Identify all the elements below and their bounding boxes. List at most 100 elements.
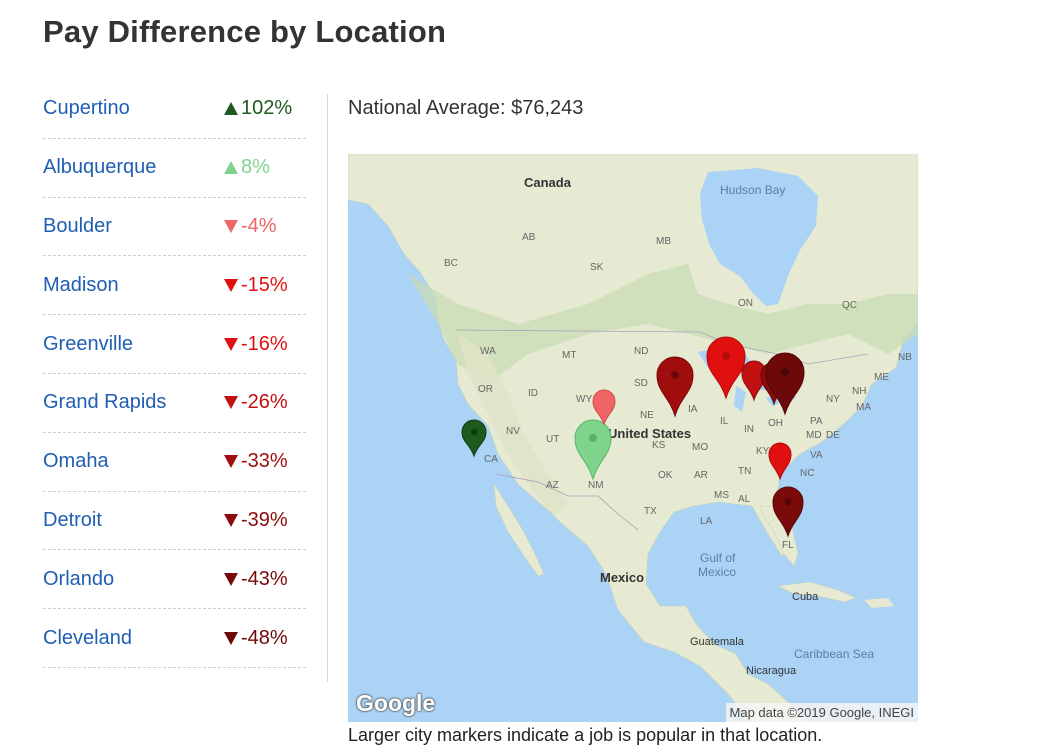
label-ia: IA (688, 404, 698, 415)
label-ok: OK (658, 470, 673, 481)
list-item: Greenville -16% (43, 315, 306, 374)
pay-change: -48% (224, 627, 306, 650)
pay-change: 8% (224, 156, 306, 179)
label-tx: TX (644, 506, 657, 517)
pay-change: -4% (224, 215, 306, 238)
pay-change: -39% (224, 509, 306, 532)
label-pa: PA (810, 416, 823, 427)
label-ar: AR (694, 470, 708, 481)
label-ky: KY (756, 446, 770, 457)
label-oh: OH (768, 418, 783, 429)
pay-change: -43% (224, 568, 306, 591)
label-nv: NV (506, 426, 520, 437)
label-hudson-bay: Hudson Bay (720, 183, 785, 197)
arrow-up-icon (224, 161, 238, 175)
label-mb: MB (656, 236, 671, 247)
pay-change: -16% (224, 333, 306, 356)
location-link-cupertino[interactable]: Cupertino (43, 97, 130, 120)
label-nc: NC (800, 468, 814, 479)
label-de: DE (826, 430, 840, 441)
list-item: Orlando -43% (43, 550, 306, 610)
arrow-down-icon (224, 396, 238, 410)
label-in: IN (744, 424, 754, 435)
arrow-down-icon (224, 278, 238, 292)
list-item: Detroit -39% (43, 492, 306, 551)
label-wy: WY (576, 394, 592, 405)
location-list: Cupertino 102% Albuquerque 8% Boulder -4… (43, 80, 306, 668)
label-ms: MS (714, 490, 729, 501)
pay-change: -15% (224, 274, 306, 297)
label-nd: ND (634, 346, 648, 357)
location-link-orlando[interactable]: Orlando (43, 568, 114, 591)
label-ks: KS (652, 440, 666, 451)
label-ny: NY (826, 394, 840, 405)
label-bc: BC (444, 258, 458, 269)
list-item: Albuquerque 8% (43, 139, 306, 198)
label-ne: NE (640, 410, 654, 421)
label-canada: Canada (524, 175, 572, 190)
label-nh: NH (852, 386, 866, 397)
label-nicaragua: Nicaragua (746, 665, 797, 677)
label-caribbean-sea: Caribbean Sea (794, 647, 874, 661)
location-link-boulder[interactable]: Boulder (43, 215, 112, 238)
location-link-grand-rapids[interactable]: Grand Rapids (43, 391, 166, 414)
location-link-omaha[interactable]: Omaha (43, 450, 109, 473)
label-nb: NB (898, 352, 912, 363)
list-item: Omaha -33% (43, 433, 306, 492)
label-qc: QC (842, 300, 857, 311)
pay-change: 102% (224, 97, 306, 120)
label-cuba: Cuba (792, 591, 819, 603)
map-attribution[interactable]: Map data ©2019 Google, INEGI (725, 703, 918, 722)
label-sd: SD (634, 378, 648, 389)
label-united-states: United States (608, 426, 691, 441)
label-wa: WA (480, 346, 496, 357)
list-item: Madison -15% (43, 256, 306, 316)
label-mexico: Mexico (600, 570, 644, 585)
label-az: AZ (546, 480, 559, 491)
list-item: Boulder -4% (43, 198, 306, 257)
column-divider (327, 94, 328, 682)
arrow-down-icon (224, 219, 238, 233)
label-la: LA (700, 516, 713, 527)
location-link-albuquerque[interactable]: Albuquerque (43, 156, 156, 179)
label-al: AL (738, 494, 751, 505)
label-me: ME (874, 372, 889, 383)
label-fl: FL (782, 540, 794, 551)
arrow-down-icon (224, 337, 238, 351)
label-sk: SK (590, 262, 604, 273)
label-ut: UT (546, 434, 559, 445)
label-tn: TN (738, 466, 751, 477)
label-gulf-mexico: Mexico (698, 565, 736, 579)
label-mt: MT (562, 350, 576, 361)
map-caption: Larger city markers indicate a job is po… (348, 725, 823, 745)
label-or: OR (478, 384, 493, 395)
label-md: MD (806, 430, 822, 441)
location-link-cleveland[interactable]: Cleveland (43, 627, 132, 650)
label-guatemala: Guatemala (690, 636, 745, 648)
label-ab: AB (522, 232, 536, 243)
pay-change: -26% (224, 391, 306, 414)
list-item: Cleveland -48% (43, 609, 306, 668)
location-map[interactable]: Canada Hudson Bay United States Mexico G… (348, 154, 918, 722)
label-id: ID (528, 388, 538, 399)
arrow-down-icon (224, 631, 238, 645)
location-link-detroit[interactable]: Detroit (43, 509, 102, 532)
label-on: ON (738, 298, 753, 309)
list-item: Cupertino 102% (43, 80, 306, 139)
label-va: VA (810, 450, 823, 461)
arrow-down-icon (224, 455, 238, 469)
list-item: Grand Rapids -26% (43, 374, 306, 433)
location-link-greenville[interactable]: Greenville (43, 333, 133, 356)
label-ca: CA (484, 454, 498, 465)
location-link-madison[interactable]: Madison (43, 274, 119, 297)
page-title: Pay Difference by Location (43, 14, 447, 49)
national-average: National Average: $76,243 (348, 97, 584, 119)
map-canvas: Canada Hudson Bay United States Mexico G… (348, 154, 918, 722)
pay-change: -33% (224, 450, 306, 473)
label-ma: MA (856, 402, 871, 413)
label-gulf-of: Gulf of (700, 551, 736, 565)
label-il: IL (720, 416, 729, 427)
google-logo: Google (356, 690, 436, 716)
label-nm: NM (588, 480, 604, 491)
arrow-down-icon (224, 572, 238, 586)
